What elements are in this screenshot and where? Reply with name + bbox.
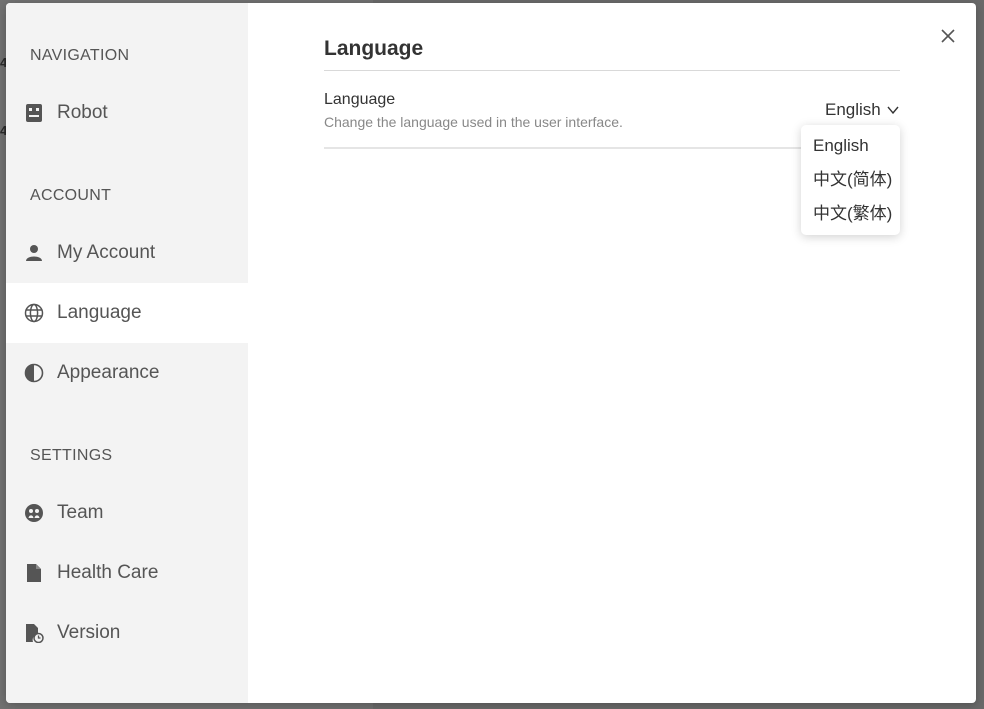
sidebar-item-team[interactable]: Team	[6, 483, 248, 543]
globe-icon	[24, 303, 44, 323]
language-setting-label: Language	[324, 91, 396, 108]
sidebar-item-label: Appearance	[57, 362, 160, 383]
chevron-down-icon	[887, 101, 899, 119]
close-icon	[938, 29, 958, 50]
robot-icon	[24, 103, 44, 123]
settings-content: Language Language Change the language us…	[248, 3, 976, 703]
sidebar-item-label: Health Care	[57, 562, 159, 583]
sidebar-item-health-care[interactable]: Health Care	[6, 543, 248, 603]
sidebar-item-version[interactable]: Version	[6, 603, 248, 663]
language-setting-description: Change the language used in the user int…	[324, 114, 623, 130]
sidebar-item-label: My Account	[57, 242, 156, 263]
language-option-simplified-chinese[interactable]: 中文(简体)	[801, 167, 900, 201]
title-divider	[324, 70, 900, 71]
contrast-icon	[24, 363, 44, 383]
settings-modal: NAVIGATION Robot ACCOUNT My Account Lang…	[6, 3, 976, 703]
settings-sidebar: NAVIGATION Robot ACCOUNT My Account Lang…	[6, 3, 248, 703]
sidebar-item-label: Version	[57, 622, 121, 643]
sidebar-item-label: Robot	[57, 102, 108, 123]
language-dropdown-menu: English 中文(简体) 中文(繁体)	[801, 125, 900, 235]
close-button[interactable]	[938, 26, 958, 46]
sidebar-item-label: Team	[57, 502, 104, 523]
sidebar-item-my-account[interactable]: My Account	[6, 223, 248, 283]
language-option-traditional-chinese[interactable]: 中文(繁体)	[801, 201, 900, 235]
sidebar-item-robot[interactable]: Robot	[6, 83, 248, 143]
sidebar-item-language[interactable]: Language	[6, 283, 248, 343]
team-icon	[24, 503, 44, 523]
version-clock-icon	[24, 623, 44, 643]
document-icon	[24, 563, 44, 583]
sidebar-item-label: Language	[57, 302, 142, 323]
person-icon	[24, 243, 44, 263]
language-select[interactable]: English	[825, 100, 899, 120]
section-title-settings: SETTINGS	[30, 447, 113, 464]
page-title: Language	[324, 37, 424, 60]
section-title-account: ACCOUNT	[30, 187, 112, 204]
language-select-value: English	[825, 100, 881, 119]
section-title-navigation: NAVIGATION	[30, 47, 130, 64]
sidebar-item-appearance[interactable]: Appearance	[6, 343, 248, 403]
language-option-english[interactable]: English	[801, 133, 900, 167]
